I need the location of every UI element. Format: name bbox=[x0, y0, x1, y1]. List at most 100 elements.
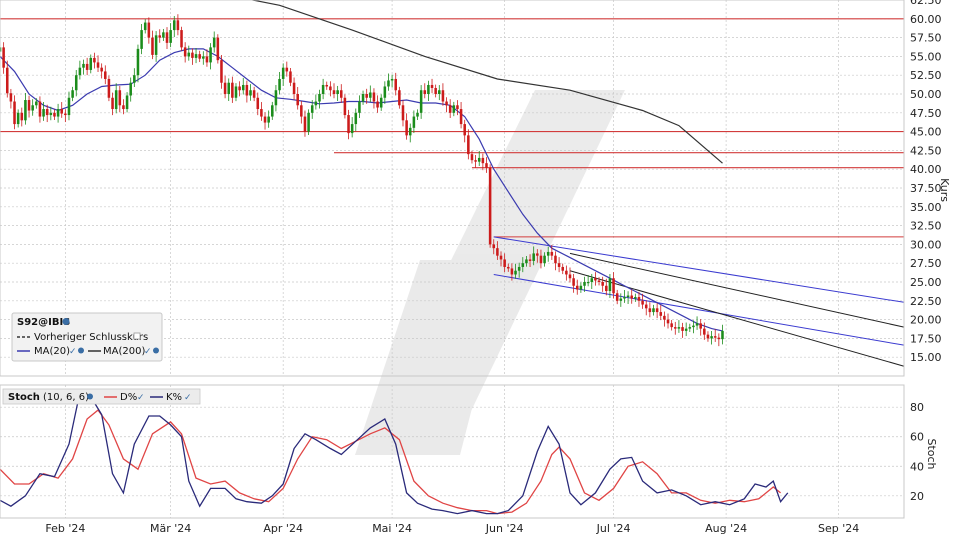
candle-body bbox=[35, 101, 38, 106]
x-tick-label: Jun '24 bbox=[485, 522, 524, 535]
candle-body bbox=[42, 109, 45, 117]
candle-body bbox=[325, 84, 329, 87]
candle-body bbox=[216, 37, 220, 61]
candle-body bbox=[234, 86, 238, 98]
candle-body bbox=[45, 109, 49, 116]
checkmark-icon[interactable]: ✓ bbox=[184, 393, 192, 403]
candle-body bbox=[427, 84, 430, 94]
price-y-tick-label: 52.50 bbox=[910, 69, 942, 82]
checkmark-icon[interactable]: ✓ bbox=[69, 347, 77, 357]
x-tick-label: Sep '24 bbox=[818, 522, 859, 535]
candle-body bbox=[107, 78, 111, 98]
candle-body bbox=[641, 300, 644, 305]
candle-body bbox=[419, 90, 423, 113]
candle-body bbox=[263, 116, 267, 123]
candle-body bbox=[223, 82, 227, 94]
candle-body bbox=[9, 93, 13, 102]
price-y-tick-label: 45.00 bbox=[910, 126, 942, 139]
candle-body bbox=[713, 336, 717, 338]
candle-body bbox=[666, 319, 670, 324]
candle-body bbox=[695, 323, 699, 326]
candle-body bbox=[183, 47, 187, 57]
candle-body bbox=[441, 90, 445, 102]
prev-close-checkbox[interactable] bbox=[133, 332, 141, 340]
candle-body bbox=[89, 57, 93, 70]
candle-body bbox=[434, 87, 437, 94]
candle-body bbox=[82, 63, 85, 68]
candle-body bbox=[176, 20, 180, 31]
chart-settings-icon[interactable] bbox=[153, 347, 159, 354]
price-y-tick-label: 15.00 bbox=[910, 351, 942, 364]
candle-body bbox=[688, 327, 692, 329]
candle-body bbox=[706, 334, 710, 339]
candle-body bbox=[630, 295, 633, 299]
chart-settings-icon[interactable] bbox=[78, 347, 84, 354]
candle-body bbox=[423, 90, 427, 94]
candle-body bbox=[172, 20, 176, 31]
candle-body bbox=[543, 255, 546, 264]
candle-body bbox=[670, 323, 673, 328]
candle-body bbox=[310, 105, 314, 113]
candle-body bbox=[532, 253, 535, 261]
candle-body bbox=[561, 266, 565, 271]
candle-body bbox=[634, 297, 637, 299]
chart-settings-icon[interactable] bbox=[87, 393, 93, 400]
trend-channel-line bbox=[569, 270, 905, 367]
x-tick-label: Jul '24 bbox=[596, 522, 631, 535]
x-tick-label: Feb '24 bbox=[45, 522, 85, 535]
candle-body bbox=[674, 327, 677, 329]
candle-body bbox=[539, 255, 543, 264]
candle-body bbox=[401, 105, 405, 121]
candle-body bbox=[554, 255, 557, 264]
candle-body bbox=[162, 32, 165, 38]
candle-body bbox=[194, 54, 198, 58]
candle-body bbox=[557, 263, 561, 267]
stoch-y-axis: 20 40 60 80 bbox=[910, 401, 924, 503]
candle-body bbox=[383, 86, 387, 98]
candle-body bbox=[412, 116, 416, 128]
candle-body bbox=[575, 285, 579, 290]
price-y-tick-label: 30.00 bbox=[910, 238, 942, 251]
candle-body bbox=[496, 248, 499, 256]
candle-body bbox=[503, 259, 506, 267]
candle-body bbox=[292, 82, 296, 94]
candle-body bbox=[601, 282, 604, 286]
candle-body bbox=[594, 278, 597, 281]
candle-body bbox=[492, 244, 496, 249]
price-legend[interactable]: S92@IBIS Vorheriger Schlusskurs MA(20) ✓… bbox=[11, 312, 163, 362]
candle-body bbox=[394, 78, 397, 91]
candle-body bbox=[619, 298, 623, 301]
stoch-y-tick-label: 60 bbox=[910, 431, 924, 444]
candle-body bbox=[445, 101, 448, 106]
legend-symbol: S92@IBIS bbox=[17, 317, 70, 328]
candle-body bbox=[85, 63, 89, 70]
candle-body bbox=[448, 105, 452, 113]
candle-body bbox=[568, 274, 572, 279]
stock-chart: 15.00 17.50 20.00 22.50 25.00 27.50 30.00 32.50… bbox=[0, 0, 951, 535]
price-y-axis-title: Kurs bbox=[938, 178, 951, 202]
chart-settings-icon[interactable] bbox=[62, 318, 70, 325]
candle-body bbox=[485, 163, 488, 168]
candle-body bbox=[31, 105, 34, 111]
candle-body bbox=[245, 84, 249, 96]
candle-body bbox=[550, 251, 554, 256]
stoch-legend[interactable]: Stoch (10, 6, 6) D% ✓ K% ✓ bbox=[2, 388, 201, 405]
watermark-logo bbox=[355, 90, 625, 455]
candle-body bbox=[510, 268, 514, 275]
price-y-tick-label: 47.50 bbox=[910, 107, 942, 120]
stoch-y-tick-label: 40 bbox=[910, 460, 924, 473]
candle-body bbox=[376, 101, 379, 108]
candle-body bbox=[16, 112, 20, 125]
candle-body bbox=[408, 127, 412, 136]
candle-body bbox=[147, 22, 151, 38]
candle-body bbox=[684, 328, 688, 331]
x-tick-label: Mai '24 bbox=[372, 522, 412, 535]
candle-body bbox=[379, 97, 383, 108]
candle-body bbox=[572, 278, 575, 286]
checkmark-icon[interactable]: ✓ bbox=[137, 393, 145, 403]
stoch-legend-d: D% bbox=[120, 392, 137, 403]
checkmark-icon[interactable]: ✓ bbox=[144, 347, 152, 357]
candle-body bbox=[354, 112, 358, 125]
stoch-y-tick-label: 80 bbox=[910, 401, 924, 414]
candle-body bbox=[220, 60, 223, 83]
